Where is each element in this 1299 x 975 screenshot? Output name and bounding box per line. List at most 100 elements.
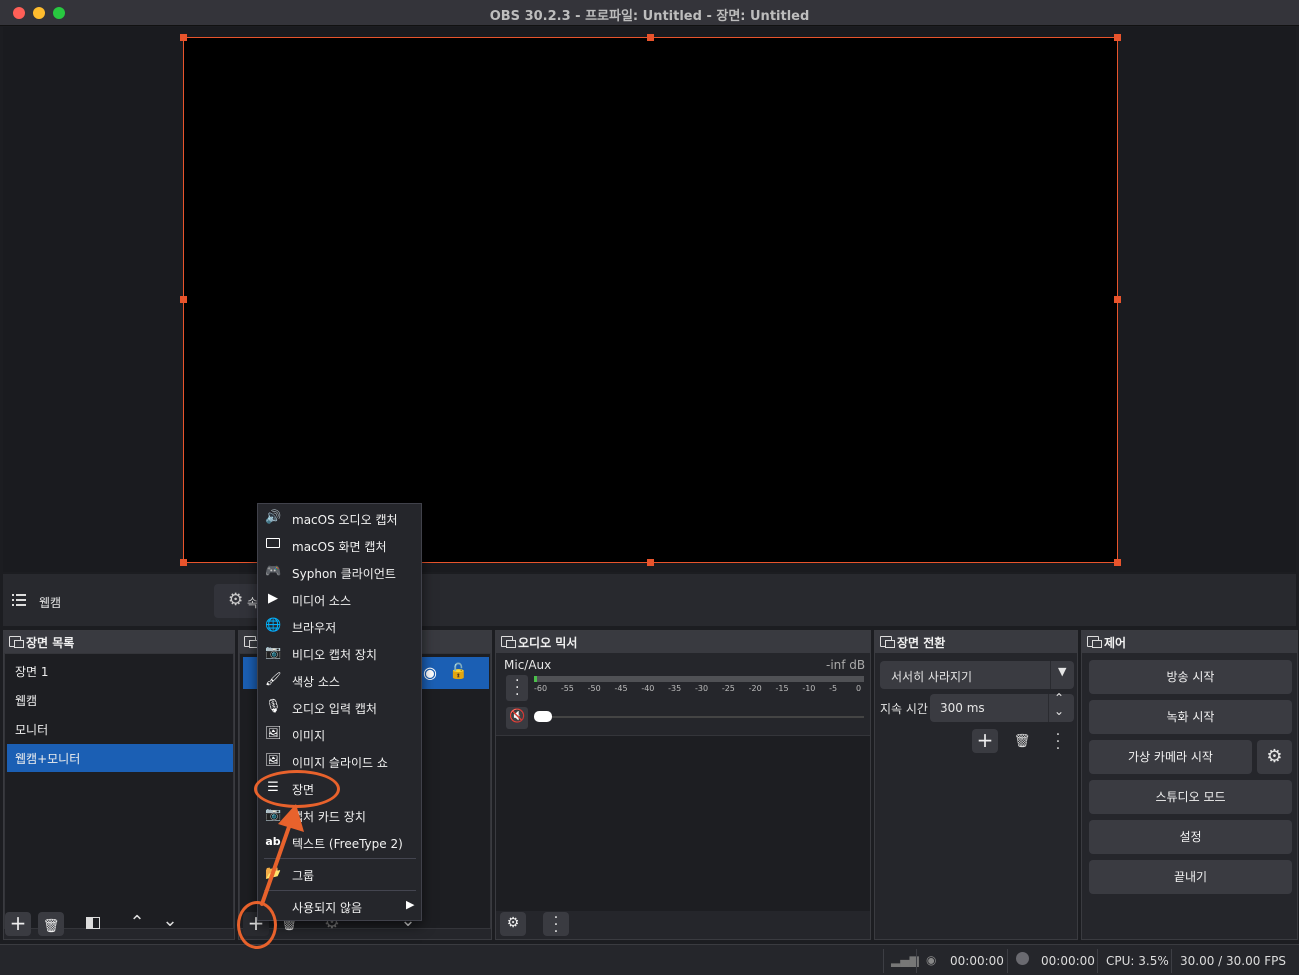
start-streaming-button[interactable]: 방송 시작 — [1089, 660, 1292, 694]
meter-tick-label: -55 — [560, 684, 574, 693]
audio-channel-name: Mic/Aux — [504, 658, 552, 672]
menu-item-video-capture-device[interactable]: 📷 비디오 캡처 장치 — [258, 640, 421, 666]
chevron-down-icon: ⌄ — [162, 910, 178, 931]
window-title: OBS 30.2.3 - 프로파일: Untitled - 장면: Untitl… — [489, 9, 810, 24]
menu-item-syphon-client[interactable]: 🎮 Syphon 클라이언트 — [258, 559, 421, 585]
trash-icon: 🗑 — [42, 919, 60, 934]
lock-icon[interactable]: 🔓 — [449, 662, 468, 680]
signal-strength-icon: ▂▄▆ — [891, 953, 919, 967]
meter-tick-label: -50 — [587, 684, 601, 693]
meter-tick-label: -20 — [748, 684, 762, 693]
scenes-list[interactable]: 장면 1 웹캠 모니터 웹캠+모니터 — [4, 653, 234, 929]
current-source-label: 웹캠 — [39, 596, 62, 610]
meter-tick-label: -45 — [614, 684, 628, 693]
muted-speaker-icon: 🔇 — [509, 709, 526, 724]
scenes-dock: 장면 목록 장면 1 웹캠 모니터 웹캠+모니터 — [3, 630, 235, 940]
volume-meter — [534, 676, 864, 682]
trash-icon: 🗑 — [1013, 734, 1031, 749]
duration-input[interactable]: 300 ms ⌃ ⌄ — [930, 692, 1074, 722]
resize-handle[interactable] — [180, 296, 187, 303]
menu-item-media-source[interactable]: ▶ 미디어 소스 — [258, 586, 421, 612]
resize-handle[interactable] — [180, 559, 187, 566]
transitions-dock: 장면 전환 서서히 사라지기 ▼ 지속 시간 300 ms ⌃ ⌄ + 🗑 · · · — [874, 630, 1078, 940]
scene-item-selected[interactable]: 웹캠+모니터 — [7, 744, 233, 772]
meter-tick-label: 0 — [856, 684, 862, 693]
globe-icon: 🌐 — [265, 618, 282, 633]
monitor-icon — [265, 537, 281, 553]
recording-icon — [1016, 952, 1029, 965]
chevron-up-icon: ⌃ — [129, 912, 145, 933]
menu-item-browser[interactable]: 🌐 브라우저 — [258, 613, 421, 639]
duration-label: 지속 시간 — [880, 702, 928, 716]
resize-handle[interactable] — [1114, 34, 1121, 41]
exit-button[interactable]: 끝내기 — [1089, 860, 1292, 894]
scene-item[interactable]: 모니터 — [7, 715, 233, 743]
scene-filters-button[interactable] — [80, 912, 106, 936]
meter-tick-label: -25 — [721, 684, 735, 693]
audio-mixer-settings-button[interactable]: ⚙ — [500, 912, 526, 936]
menu-item-image[interactable]: 🖼 이미지 — [258, 721, 421, 747]
move-scene-up-button[interactable]: ⌃ — [124, 912, 150, 936]
add-scene-button[interactable]: + — [5, 912, 31, 936]
volume-slider-handle[interactable] — [534, 711, 552, 722]
resize-handle[interactable] — [1114, 559, 1121, 566]
move-scene-down-button[interactable]: ⌄ — [157, 910, 183, 934]
undock-icon[interactable] — [244, 636, 259, 648]
record-time: 00:00:00 — [1041, 954, 1095, 968]
stream-time: 00:00:00 — [950, 954, 1004, 968]
chevron-down-icon: ▼ — [1058, 665, 1067, 678]
speaker-icon: 🔊 — [265, 510, 282, 525]
settings-button[interactable]: 설정 — [1089, 820, 1292, 854]
remove-scene-button[interactable]: 🗑 — [38, 912, 64, 936]
menu-item-macos-audio-capture[interactable]: 🔊 macOS 오디오 캡처 — [258, 505, 421, 531]
add-transition-button[interactable]: + — [972, 729, 998, 753]
transitions-title: 장면 전환 — [875, 631, 1077, 653]
scene-item[interactable]: 장면 1 — [7, 657, 233, 685]
meter-tick-label: -5 — [829, 684, 838, 693]
start-recording-button[interactable]: 녹화 시작 — [1089, 700, 1292, 734]
stepper-icon[interactable]: ⌃ ⌄ — [1054, 692, 1064, 718]
undock-icon[interactable] — [9, 636, 24, 648]
audio-level-readout: -inf dB — [826, 658, 866, 672]
remove-transition-button[interactable]: 🗑 — [1009, 729, 1035, 753]
meter-tick-label: -35 — [668, 684, 682, 693]
undock-icon[interactable] — [880, 636, 895, 648]
virtual-camera-settings-button[interactable]: ⚙ — [1257, 740, 1292, 774]
gamepad-icon: 🎮 — [265, 564, 282, 579]
brush-icon: 🖌 — [265, 672, 282, 687]
kebab-menu-icon: · · · — [1055, 727, 1061, 757]
meter-tick-label: -60 — [534, 684, 548, 693]
image-icon: 🖼 — [265, 726, 282, 741]
controls-title: 제어 — [1082, 631, 1297, 653]
resize-handle[interactable] — [647, 34, 654, 41]
play-icon: ▶ — [268, 591, 278, 606]
scene-item[interactable]: 웹캠 — [7, 686, 233, 714]
audio-channel-menu-button[interactable]: · · · — [506, 674, 528, 702]
undock-icon[interactable] — [501, 636, 516, 648]
volume-slider[interactable] — [534, 711, 864, 722]
transition-select[interactable]: 서서히 사라지기 ▼ — [880, 661, 1074, 689]
start-virtual-camera-button[interactable]: 가상 카메라 시작 — [1089, 740, 1252, 774]
scenes-dock-title: 장면 목록 — [4, 631, 234, 653]
mixer-area — [496, 735, 870, 911]
studio-mode-button[interactable]: 스튜디오 모드 — [1089, 780, 1292, 814]
resize-handle[interactable] — [647, 559, 654, 566]
menu-item-macos-screen-capture[interactable]: macOS 화면 캡처 — [258, 532, 421, 558]
menu-item-color-source[interactable]: 🖌 색상 소스 — [258, 667, 421, 693]
resize-handle[interactable] — [180, 34, 187, 41]
audio-mixer-menu-button[interactable]: · · · — [543, 911, 569, 939]
resize-handle[interactable] — [1114, 296, 1121, 303]
transition-menu-button[interactable]: · · · — [1045, 728, 1071, 756]
mute-button[interactable]: 🔇 — [506, 707, 528, 729]
streaming-icon: ◉ — [926, 953, 937, 967]
undock-icon[interactable] — [1087, 636, 1102, 648]
chevron-right-icon: ▶ — [406, 898, 415, 911]
menu-item-audio-input-capture[interactable]: 🎙 오디오 입력 캡처 — [258, 694, 421, 720]
filter-icon — [86, 917, 100, 929]
eye-icon[interactable]: ◉ — [423, 663, 437, 682]
meter-tick-label: -30 — [695, 684, 709, 693]
camera-icon: 📷 — [265, 645, 282, 660]
kebab-menu-icon: · · · — [553, 910, 559, 940]
preview-canvas[interactable] — [180, 34, 1121, 566]
source-toolbar: 웹캠 ⚙ 속 — [3, 574, 1296, 626]
